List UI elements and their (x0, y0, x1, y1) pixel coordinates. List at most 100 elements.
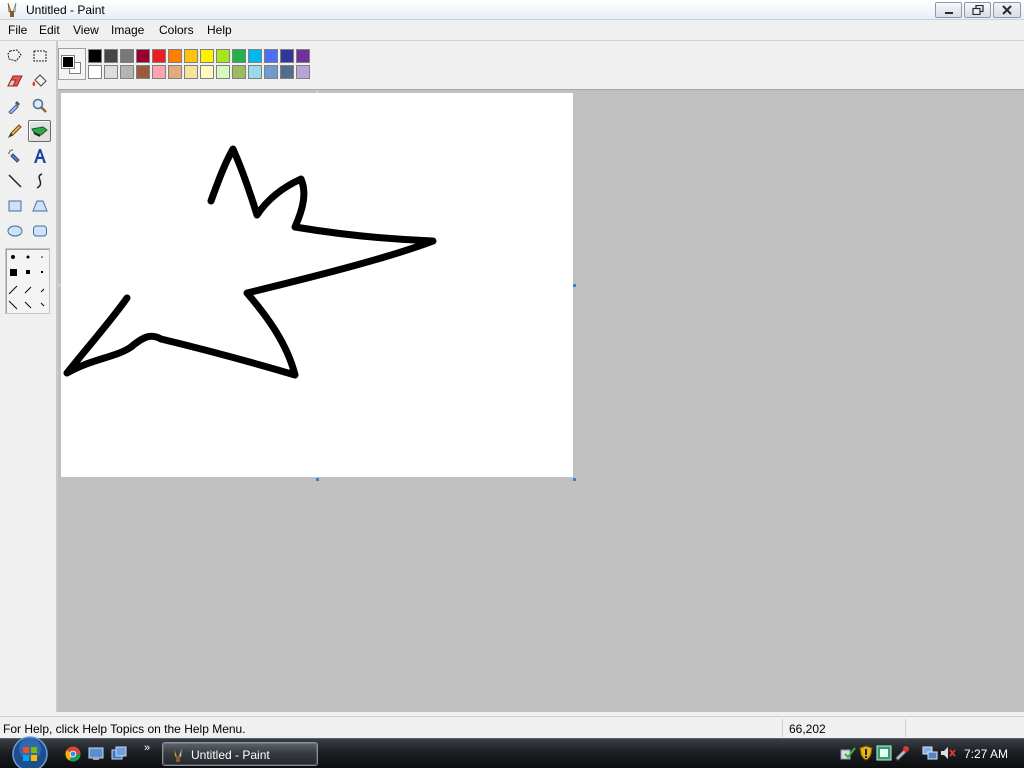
palette-swatch[interactable] (136, 49, 150, 63)
restore-button[interactable] (964, 2, 991, 18)
canvas-resize-handle-right[interactable] (573, 284, 576, 287)
taskbar-clock[interactable]: 7:27 AM (964, 747, 1008, 761)
taskbar-paint-button[interactable]: Untitled - Paint (162, 742, 318, 766)
minimize-button[interactable] (935, 2, 962, 18)
rounded-rectangle-tool[interactable] (28, 220, 51, 242)
palette-swatch[interactable] (184, 65, 198, 79)
chrome-icon[interactable] (65, 746, 81, 762)
start-button[interactable] (8, 735, 52, 768)
canvas-resize-handle-bottom[interactable] (316, 478, 319, 481)
palette-swatch[interactable] (216, 49, 230, 63)
paint-app-icon (171, 747, 185, 763)
palette-swatch[interactable] (248, 65, 262, 79)
paint-app-icon[interactable] (5, 2, 19, 18)
rectangle-select-icon (33, 50, 46, 62)
minimize-icon (944, 12, 953, 14)
taskbar-paint-label: Untitled - Paint (191, 748, 270, 762)
palette-swatch[interactable] (216, 65, 230, 79)
palette-swatch[interactable] (120, 65, 134, 79)
palette-swatch[interactable] (296, 49, 310, 63)
palette-swatch[interactable] (120, 49, 134, 63)
select-tool[interactable] (28, 45, 51, 67)
palette-swatch[interactable] (88, 49, 102, 63)
foreground-color-swatch[interactable] (61, 55, 75, 69)
status-help-text: For Help, click Help Topics on the Help … (3, 722, 246, 736)
fill-tool[interactable] (28, 70, 51, 92)
network-computers-icon[interactable] (922, 745, 938, 761)
brush-shape-slash-small[interactable] (40, 288, 45, 293)
brush-shape-square-medium[interactable] (26, 270, 30, 274)
palette-swatch[interactable] (104, 65, 118, 79)
palette-swatch[interactable] (200, 49, 214, 63)
quick-launch-overflow-icon[interactable]: » (144, 742, 150, 754)
brush-shape-round-small[interactable] (41, 256, 43, 258)
magnifier-tool[interactable] (28, 95, 51, 117)
tools-tray-icon[interactable] (894, 745, 910, 761)
polygon-icon (31, 200, 48, 212)
brush-shape-square-large[interactable] (10, 269, 17, 276)
brush-shape-slash-medium[interactable] (24, 286, 32, 294)
palette-swatch[interactable] (152, 49, 166, 63)
airbrush-tool[interactable] (3, 145, 26, 167)
eraser-tool[interactable] (3, 70, 26, 92)
palette-swatch[interactable] (280, 65, 294, 79)
menu-file[interactable]: File (8, 23, 27, 37)
security-shield-icon[interactable] (858, 745, 874, 761)
palette-swatch[interactable] (232, 65, 246, 79)
menu-image[interactable]: Image (111, 23, 144, 37)
brush-shape-round-medium[interactable] (26, 255, 30, 259)
curve-tool[interactable] (28, 170, 51, 192)
menu-colors[interactable]: Colors (159, 23, 194, 37)
network-status-icon[interactable] (876, 745, 892, 761)
drawing-canvas[interactable] (61, 93, 573, 477)
pencil-tool[interactable] (3, 120, 26, 142)
brush-shape-round-large[interactable] (11, 255, 15, 259)
palette-swatch[interactable] (168, 49, 182, 63)
palette-swatch[interactable] (168, 65, 182, 79)
brush-tool[interactable] (28, 120, 51, 142)
polygon-tool[interactable] (28, 195, 51, 217)
volume-muted-icon[interactable] (940, 745, 956, 761)
brush-icon (30, 126, 48, 137)
close-button[interactable] (993, 2, 1021, 18)
canvas-handle-left (58, 284, 61, 287)
magnifier-icon (32, 98, 47, 113)
current-colors-indicator[interactable] (58, 48, 86, 80)
palette-swatch[interactable] (264, 49, 278, 63)
tray-check-icon[interactable] (840, 745, 856, 761)
status-bar: For Help, click Help Topics on the Help … (0, 716, 1024, 738)
free-form-select-tool[interactable] (3, 45, 26, 67)
palette-swatch[interactable] (88, 65, 102, 79)
show-desktop-icon[interactable] (88, 746, 104, 762)
eyedropper-icon (7, 101, 20, 114)
palette-swatch[interactable] (152, 65, 166, 79)
pick-color-tool[interactable] (3, 95, 26, 117)
airbrush-icon (7, 149, 20, 163)
palette-swatch[interactable] (248, 49, 262, 63)
menu-view[interactable]: View (73, 23, 99, 37)
brush-shape-backslash-small[interactable] (40, 302, 45, 307)
ellipse-tool[interactable] (3, 220, 26, 242)
menu-help[interactable]: Help (207, 23, 232, 37)
brush-shape-backslash-large[interactable] (8, 300, 18, 310)
palette-swatch[interactable] (232, 49, 246, 63)
rounded-rectangle-icon (32, 225, 47, 237)
switch-windows-icon[interactable] (111, 746, 127, 762)
palette-swatch[interactable] (184, 49, 198, 63)
line-tool[interactable] (3, 170, 26, 192)
rectangle-tool[interactable] (3, 195, 26, 217)
palette-swatch[interactable] (296, 65, 310, 79)
brush-shape-square-small[interactable] (41, 271, 43, 273)
canvas-resize-handle-corner[interactable] (573, 478, 576, 481)
brush-shape-backslash-medium[interactable] (24, 301, 32, 309)
palette-swatch[interactable] (200, 65, 214, 79)
palette-swatch[interactable] (104, 49, 118, 63)
text-a-icon (33, 149, 46, 163)
brush-shape-slash-large[interactable] (8, 285, 18, 295)
palette-swatch[interactable] (280, 49, 294, 63)
text-tool[interactable] (28, 145, 51, 167)
status-divider (905, 719, 906, 737)
menu-edit[interactable]: Edit (39, 23, 60, 37)
palette-swatch[interactable] (136, 65, 150, 79)
palette-swatch[interactable] (264, 65, 278, 79)
